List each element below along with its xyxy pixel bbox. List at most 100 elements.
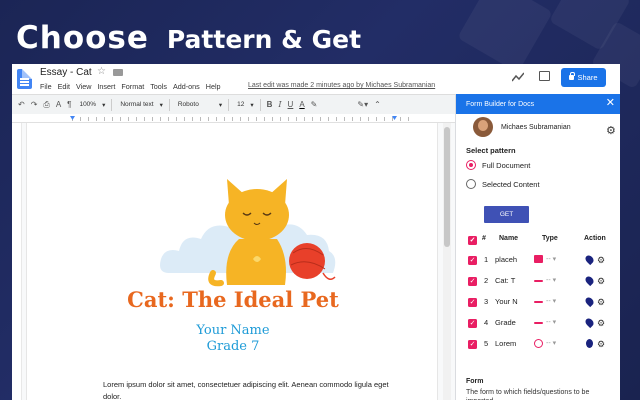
gear-icon[interactable]: ⚙ xyxy=(597,297,605,308)
edit-mode-icon[interactable]: ✎▾ xyxy=(357,100,368,109)
location-icon[interactable] xyxy=(583,295,596,308)
gear-icon[interactable]: ⚙ xyxy=(597,276,605,287)
document-page[interactable]: Cat: The Ideal Pet Your Name Grade 7 Lor… xyxy=(26,123,438,400)
zoom-select[interactable]: 100% ▾ xyxy=(79,101,105,109)
row-num: 2 xyxy=(484,276,489,285)
bg-shape xyxy=(457,0,553,73)
redo-icon[interactable]: ↷ xyxy=(31,100,38,109)
gear-icon[interactable]: ⚙ xyxy=(597,255,605,266)
col-type: Type xyxy=(542,235,558,242)
share-button[interactable]: Share xyxy=(561,68,606,87)
folder-icon[interactable] xyxy=(113,69,123,76)
panel-title: Form Builder for Docs xyxy=(466,100,535,108)
font-select[interactable]: Roboto ▾ xyxy=(178,101,222,109)
row-checkbox[interactable]: ✓ xyxy=(468,277,477,286)
radio-selected-content[interactable]: Selected Content xyxy=(466,179,540,189)
avatar xyxy=(473,117,493,137)
divider xyxy=(111,98,113,111)
short-text-icon[interactable] xyxy=(534,280,543,282)
gear-icon[interactable]: ⚙ xyxy=(606,124,616,137)
divider xyxy=(228,98,230,111)
short-text-icon[interactable] xyxy=(534,322,543,324)
location-icon[interactable] xyxy=(583,316,596,329)
select-pattern-label: Select pattern xyxy=(466,146,516,155)
star-icon[interactable]: ☆ xyxy=(97,66,106,77)
table-row: ✓ 4 Grade -- ▾ ⚙ xyxy=(466,316,616,331)
spellcheck-icon[interactable]: A xyxy=(56,100,61,109)
row-name: Your N xyxy=(495,297,518,306)
form-label: Form xyxy=(466,378,484,385)
gear-icon[interactable]: ⚙ xyxy=(597,339,605,350)
print-icon[interactable]: ⎙ xyxy=(43,100,49,110)
paint-format-icon[interactable]: ¶ xyxy=(67,100,71,109)
style-select[interactable]: Normal text ▾ xyxy=(120,101,163,109)
location-icon[interactable] xyxy=(586,339,593,348)
chevron-down-icon: ▾ xyxy=(218,101,223,109)
document-heading: Cat: The Ideal Pet xyxy=(127,287,339,312)
document-title[interactable]: Essay - Cat xyxy=(40,67,92,78)
radio-full-document[interactable]: Full Document xyxy=(466,160,530,170)
bold-icon[interactable]: B xyxy=(267,100,273,109)
table-row: ✓ 1 placeh -- ▾ ⚙ xyxy=(466,253,616,268)
comment-icon[interactable] xyxy=(539,71,550,81)
table-row: ✓ 5 Lorem -- ▾ ⚙ xyxy=(466,338,616,352)
document-scrollbar[interactable] xyxy=(443,123,451,400)
user-name: Michaes Subramanian xyxy=(501,123,571,131)
document-grade: Grade 7 xyxy=(206,339,260,354)
gear-icon[interactable]: ⚙ xyxy=(597,318,605,329)
toolbar: ↶ ↷ ⎙ A ¶ 100% ▾ Normal text ▾ Roboto ▾ 12 ▾… xyxy=(12,94,455,114)
type-select[interactable]: -- ▾ xyxy=(546,276,556,284)
highlight-icon[interactable]: ✎ xyxy=(311,100,318,109)
multiple-choice-icon[interactable] xyxy=(534,339,543,348)
underline-icon[interactable]: U xyxy=(288,100,294,109)
row-num: 5 xyxy=(484,339,489,348)
document-body: Lorem ipsum dolor sit amet, consectetuer… xyxy=(103,380,389,400)
table-row: ✓ 2 Cat: T -- ▾ ⚙ xyxy=(466,274,616,289)
menu-help[interactable]: Help xyxy=(206,82,221,91)
fields-table-header: ✓ # Name Type Action xyxy=(466,235,616,247)
row-checkbox[interactable]: ✓ xyxy=(468,340,477,349)
row-checkbox[interactable]: ✓ xyxy=(468,256,477,265)
text-color-icon[interactable]: A xyxy=(299,100,304,109)
ruler-ticks xyxy=(72,117,412,121)
menu-addons[interactable]: Add-ons xyxy=(173,82,200,91)
style-value: Normal text xyxy=(120,101,154,108)
type-select[interactable]: -- ▾ xyxy=(546,318,556,326)
image-type-icon[interactable] xyxy=(534,255,543,263)
form-builder-panel: Form Builder for Docs ✕ Michaes Subraman… xyxy=(455,94,620,400)
close-icon[interactable]: ✕ xyxy=(606,96,615,109)
collapse-icon[interactable]: ⌃ xyxy=(374,100,381,109)
short-text-icon[interactable] xyxy=(534,301,543,303)
row-checkbox[interactable]: ✓ xyxy=(468,319,477,328)
menu-file[interactable]: File xyxy=(40,82,52,91)
row-checkbox[interactable]: ✓ xyxy=(468,298,477,307)
italic-icon[interactable]: I xyxy=(278,100,281,109)
divider xyxy=(168,98,170,111)
menu-edit[interactable]: Edit xyxy=(58,82,70,91)
type-select[interactable]: -- ▾ xyxy=(546,255,556,263)
menu-insert[interactable]: Insert xyxy=(97,82,115,91)
menu-view[interactable]: View xyxy=(76,82,91,91)
scroll-thumb[interactable] xyxy=(444,127,450,247)
activity-icon[interactable] xyxy=(512,72,524,82)
radio-label: Selected Content xyxy=(482,179,540,189)
select-all-checkbox[interactable]: ✓ xyxy=(468,236,477,245)
menu-bar: File Edit View Insert Format Tools Add-o… xyxy=(40,82,227,91)
zoom-value: 100% xyxy=(79,101,97,108)
banner-title-a: Choose xyxy=(16,20,149,56)
menu-tools[interactable]: Tools xyxy=(150,82,167,91)
location-icon[interactable] xyxy=(583,274,596,287)
docs-logo-icon[interactable] xyxy=(17,69,32,89)
location-icon[interactable] xyxy=(583,253,596,266)
left-gutter xyxy=(12,123,22,400)
menu-format[interactable]: Format xyxy=(121,82,144,91)
type-select[interactable]: -- ▾ xyxy=(546,297,556,305)
last-edit-link[interactable]: Last edit was made 2 minutes ago by Mich… xyxy=(248,82,435,89)
col-action: Action xyxy=(584,235,606,242)
undo-icon[interactable]: ↶ xyxy=(18,100,25,109)
ruler xyxy=(12,114,455,123)
size-select[interactable]: 12 ▾ xyxy=(237,101,254,109)
type-select[interactable]: -- ▾ xyxy=(546,339,556,347)
panel-header: Form Builder for Docs ✕ xyxy=(456,94,620,114)
get-button[interactable]: GET xyxy=(484,206,529,223)
